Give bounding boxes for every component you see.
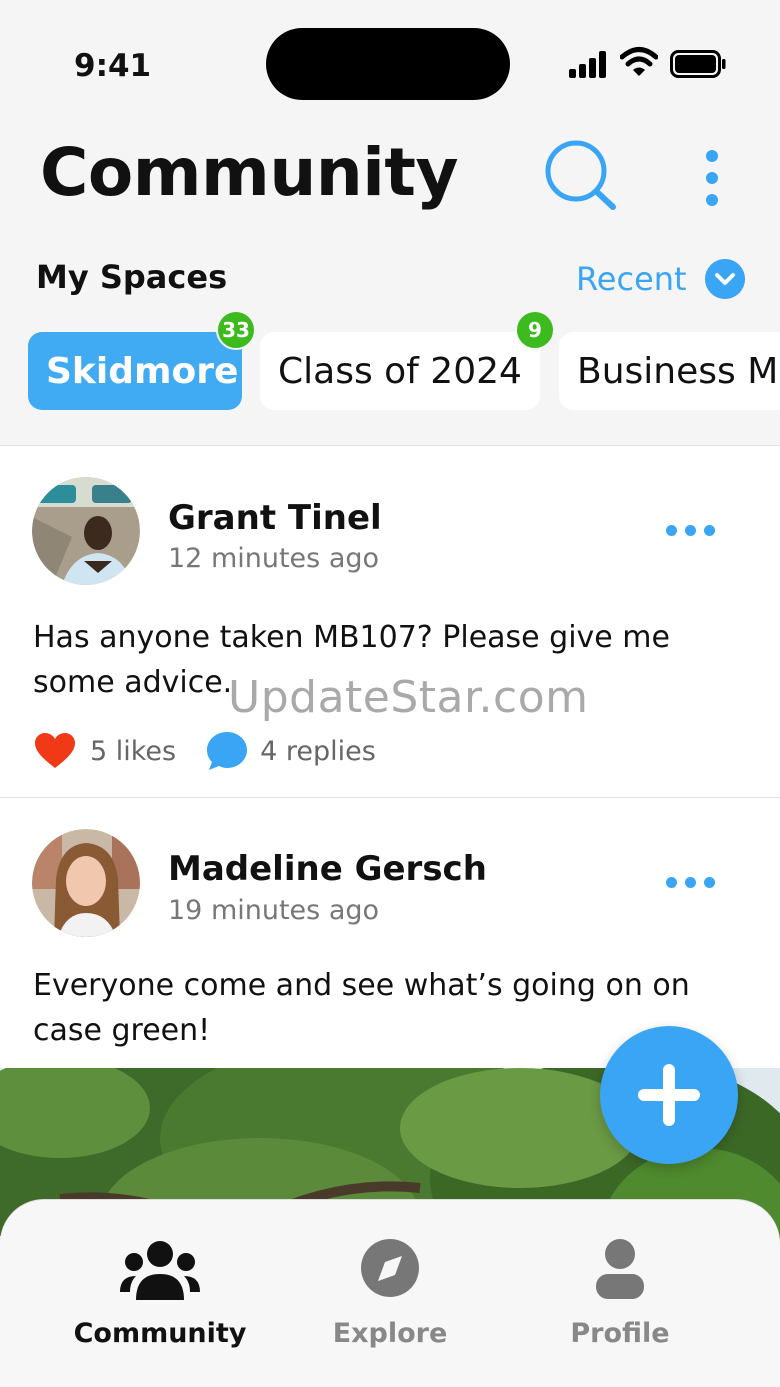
unread-badge: 9 (515, 310, 555, 350)
cellular-signal-icon (569, 50, 609, 78)
avatar[interactable] (32, 829, 140, 937)
nav-label: Explore (332, 1318, 448, 1349)
bottom-navigation: Community Explore Profile (0, 1200, 780, 1387)
unread-badge: 33 (216, 310, 256, 350)
post-options-button[interactable] (664, 521, 718, 541)
compass-icon (361, 1239, 419, 1297)
sort-dropdown[interactable]: Recent (576, 256, 745, 302)
watermark: UpdateStar.com (228, 672, 589, 723)
new-post-button[interactable] (600, 1026, 738, 1164)
nav-explore[interactable]: Explore (290, 1238, 490, 1358)
like-button[interactable]: 5 likes (34, 732, 176, 770)
space-chip-business[interactable]: Business M (559, 332, 780, 410)
nav-label: Profile (570, 1318, 670, 1349)
status-time: 9:41 (74, 48, 152, 84)
search-icon (545, 140, 616, 210)
more-dot (706, 194, 718, 206)
nav-profile[interactable]: Profile (520, 1238, 720, 1358)
avatar[interactable] (32, 477, 140, 585)
post-options-dot (685, 877, 696, 888)
space-chip-class-of-2024[interactable]: Class of 2024 (260, 332, 540, 410)
post-options-button[interactable] (664, 873, 718, 893)
chip-label: Skidmore (46, 350, 239, 392)
nav-label: Community (73, 1318, 247, 1349)
person-icon (596, 1239, 644, 1299)
battery-icon (670, 50, 726, 78)
chip-label: Business M (577, 350, 779, 392)
chat-bubble-icon (207, 732, 248, 770)
post-options-dot (666, 525, 677, 536)
sort-label: Recent (576, 260, 687, 298)
post-options-dot (666, 877, 677, 888)
post-timestamp: 12 minutes ago (168, 543, 380, 574)
more-dot (706, 150, 718, 162)
author-name[interactable]: Madeline Gersch (168, 849, 487, 889)
nav-community[interactable]: Community (60, 1238, 260, 1358)
post-options-dot (704, 525, 715, 536)
likes-count: 5 likes (90, 735, 177, 767)
page-title: Community (40, 134, 459, 211)
reply-button[interactable]: 4 replies (206, 731, 376, 771)
post-options-dot (685, 525, 696, 536)
post-divider (0, 797, 780, 798)
dynamic-island (266, 28, 510, 100)
space-chip-skidmore[interactable]: Skidmore (28, 332, 242, 410)
post-timestamp: 19 minutes ago (168, 895, 380, 926)
heart-icon (35, 733, 75, 768)
chevron-down-icon (704, 259, 745, 299)
post-reactions: 5 likes 4 replies (34, 730, 376, 772)
post-options-dot (704, 877, 715, 888)
author-name[interactable]: Grant Tinel (168, 498, 382, 538)
chip-label: Class of 2024 (278, 350, 522, 392)
spaces-chip-row[interactable]: Skidmore 33 Class of 2024 9 Business M (0, 300, 780, 420)
replies-count: 4 replies (260, 735, 376, 767)
search-button[interactable] (542, 140, 620, 212)
my-spaces-label: My Spaces (36, 258, 228, 296)
more-options-button[interactable] (696, 146, 728, 210)
status-bar: 9:41 (0, 0, 780, 120)
more-dot (706, 172, 718, 184)
community-icon (120, 1241, 200, 1300)
wifi-icon (620, 47, 658, 76)
